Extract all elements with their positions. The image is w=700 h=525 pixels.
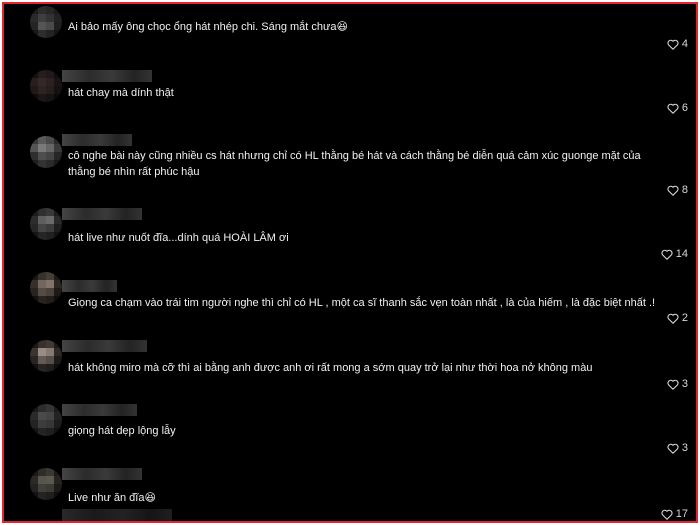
heart-outline-icon xyxy=(667,443,679,454)
avatar[interactable] xyxy=(30,272,62,304)
like-button[interactable]: 17 xyxy=(661,508,688,520)
like-count: 4 xyxy=(681,38,688,50)
username[interactable] xyxy=(62,280,117,292)
avatar[interactable] xyxy=(30,208,62,240)
username[interactable] xyxy=(62,404,137,416)
username[interactable] xyxy=(62,134,132,146)
username[interactable] xyxy=(62,208,142,220)
avatar[interactable] xyxy=(30,404,62,436)
avatar[interactable] xyxy=(30,136,62,168)
heart-outline-icon xyxy=(661,509,673,520)
like-button[interactable]: 2 xyxy=(667,312,688,324)
like-count: 14 xyxy=(675,248,688,260)
avatar[interactable] xyxy=(30,70,62,102)
like-button[interactable]: 4 xyxy=(667,38,688,50)
like-button[interactable]: 14 xyxy=(661,248,688,260)
like-button[interactable]: 6 xyxy=(667,102,688,114)
heart-outline-icon xyxy=(661,249,673,260)
like-count: 3 xyxy=(681,442,688,454)
username[interactable] xyxy=(62,509,172,521)
like-count: 6 xyxy=(681,102,688,114)
like-button[interactable]: 8 xyxy=(667,184,688,196)
comment-text: hát không miro mà cỡ thì ai bằng anh đượ… xyxy=(68,362,593,374)
avatar[interactable] xyxy=(30,340,62,372)
comment-text: hát chay mà dính thật xyxy=(68,87,174,99)
comment-text: Giọng ca chạm vào trái tim người nghe th… xyxy=(68,297,656,309)
comment-text: hát live như nuốt đĩa...dính quá HOÀI LÂ… xyxy=(68,232,289,244)
heart-outline-icon xyxy=(667,185,679,196)
username[interactable] xyxy=(62,468,142,480)
comment-text: Live như ăn đĩa😆 xyxy=(68,492,156,504)
avatar[interactable] xyxy=(30,468,62,500)
heart-outline-icon xyxy=(667,39,679,50)
comments-panel: Ai bảo mấy ông chọc ổng hát nhép chi. Sá… xyxy=(2,2,698,523)
comment-text: cô nghe bài này cũng nhiều cs hát nhưng … xyxy=(68,150,644,178)
like-count: 3 xyxy=(681,378,688,390)
comment-text: Ai bảo mấy ông chọc ổng hát nhép chi. Sá… xyxy=(68,21,348,33)
heart-outline-icon xyxy=(667,379,679,390)
comment-text: giọng hát dẹp lộng lẫy xyxy=(68,425,176,437)
like-count: 8 xyxy=(681,184,688,196)
like-button[interactable]: 3 xyxy=(667,442,688,454)
heart-outline-icon xyxy=(667,103,679,114)
heart-outline-icon xyxy=(667,313,679,324)
like-button[interactable]: 3 xyxy=(667,378,688,390)
username[interactable] xyxy=(62,340,147,352)
like-count: 2 xyxy=(681,312,688,324)
username[interactable] xyxy=(62,70,152,82)
avatar[interactable] xyxy=(30,6,62,38)
like-count: 17 xyxy=(675,508,688,520)
